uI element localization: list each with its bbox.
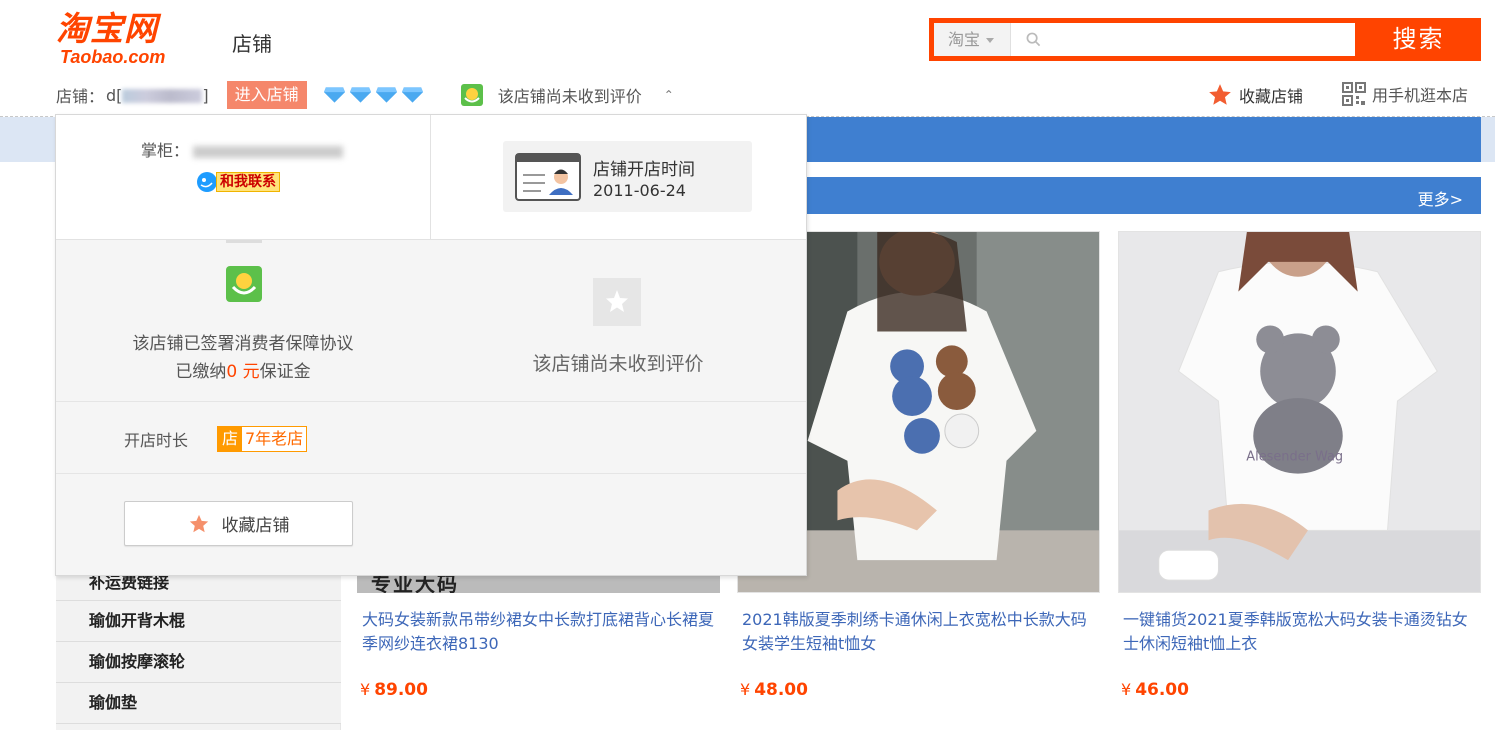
shop-info-popup: 掌柜： 和我联系 店铺开店时间 2011-06-24 该店铺已签署消费者保障协议…	[55, 114, 807, 576]
category-item[interactable]: 瑜伽垫	[56, 683, 341, 724]
favorite-shop-button-label: 收藏店铺	[221, 516, 290, 536]
search-button[interactable]: 搜索	[1356, 18, 1481, 61]
divider	[226, 240, 262, 243]
product-price-1: ¥89.00	[360, 680, 428, 700]
price-value: 89.00	[374, 680, 428, 700]
more-link[interactable]: 更多>	[1418, 186, 1463, 210]
shop-name[interactable]: d[]	[106, 86, 209, 105]
product-price-3: ¥46.00	[1121, 680, 1189, 700]
deposit-amount: 0	[226, 362, 238, 382]
search-input[interactable]	[1011, 23, 1355, 56]
search-icon	[1026, 32, 1041, 47]
contact-me-label: 和我联系	[216, 172, 280, 192]
diamond-icon	[349, 87, 371, 103]
star-icon	[189, 514, 208, 532]
section-header-bar	[806, 177, 1481, 214]
mobile-browse-label: 用手机逛本店	[1372, 86, 1469, 105]
favorite-shop-link[interactable]: 收藏店铺	[1207, 82, 1303, 108]
open-date-value: 2011-06-24	[593, 181, 686, 200]
deposit-unit: 元	[237, 362, 260, 382]
deposit-text: 已缴纳0 元保证金	[56, 357, 430, 382]
star-icon	[606, 290, 628, 312]
search-box: 淘宝	[934, 23, 1355, 56]
shop-info-bar: 店铺： d[] 进入店铺 该店铺尚未收到评价 ⌃	[56, 80, 674, 110]
guarantee-text: 该店铺已签署消费者保障协议	[132, 334, 354, 354]
id-card-icon	[515, 153, 581, 201]
consumer-protection-icon	[226, 266, 262, 302]
deposit-suffix: 保证金	[259, 362, 311, 382]
price-value: 48.00	[754, 680, 808, 700]
star-icon	[1209, 84, 1231, 105]
no-evaluation-text: 该店铺尚未收到评价	[532, 353, 704, 375]
divider	[56, 473, 806, 474]
product-title-3[interactable]: 一键铺货2021夏季韩版宽松大码女装卡通烫钻女士休闲短袖t恤上衣	[1123, 608, 1478, 656]
search-category-select[interactable]: 淘宝	[934, 23, 1011, 56]
product-price-2: ¥48.00	[740, 680, 808, 700]
taobao-logo[interactable]: 淘宝网 Taobao.com	[56, 10, 196, 68]
caret-down-icon	[986, 38, 995, 43]
open-date-label: 店铺开店时间	[593, 160, 695, 180]
seller-rating-diamonds	[323, 86, 424, 104]
qr-code-icon	[1342, 82, 1366, 106]
logo-text-cn: 淘宝网	[56, 9, 158, 48]
contact-me-button[interactable]: 和我联系	[196, 171, 280, 193]
rating-star-placeholder	[593, 278, 641, 326]
product-title-2[interactable]: 2021韩版夏季刺绣卡通休闲上衣宽松中长款大码女装学生短袖t恤女	[742, 608, 1097, 656]
search-bar: 淘宝 搜索	[929, 18, 1481, 61]
diamond-icon	[401, 87, 423, 103]
divider	[56, 401, 806, 402]
favorite-shop-button[interactable]: 收藏店铺	[124, 501, 353, 546]
shop-label: 店铺：	[56, 87, 105, 106]
product-image-3[interactable]: Alesender Wag	[1118, 231, 1481, 593]
page-title: 店铺	[232, 32, 272, 56]
mobile-browse-link[interactable]: 用手机逛本店	[1342, 82, 1468, 106]
category-list: 补运费链接 瑜伽开背木棍 瑜伽按摩滚轮 瑜伽垫	[56, 560, 341, 724]
shop-name-suffix: ]	[202, 85, 209, 105]
category-item[interactable]: 瑜伽开背木棍	[56, 601, 341, 642]
shopkeeper: 掌柜：	[141, 137, 344, 161]
shop-open-date-card: 店铺开店时间 2011-06-24	[503, 141, 752, 212]
wangwang-icon	[197, 172, 217, 192]
redacted-shopkeeper-name	[193, 145, 344, 158]
shop-age-badge: 店 7年老店	[217, 426, 308, 452]
redacted-shop-name	[122, 89, 203, 103]
price-value: 46.00	[1135, 680, 1189, 700]
product-title-1[interactable]: 大码女装新款吊带纱裙女中长款打底裙背心长裙夏季网纱连衣裙8130	[362, 608, 717, 656]
deposit-prefix: 已缴纳	[175, 362, 227, 382]
shop-age-label: 开店时长	[124, 431, 189, 450]
diamond-icon	[375, 87, 397, 103]
chevron-up-icon[interactable]: ⌃	[664, 88, 674, 102]
shield-flower-icon	[460, 84, 483, 106]
shopkeeper-label: 掌柜：	[141, 141, 190, 160]
shop-nav-bar	[806, 117, 1481, 162]
favorite-shop-label: 收藏店铺	[1239, 87, 1304, 106]
divider	[430, 115, 431, 240]
currency-symbol: ¥	[360, 680, 371, 699]
logo-text-en: Taobao.com	[60, 47, 166, 67]
category-item[interactable]: 瑜伽按摩滚轮	[56, 642, 341, 683]
currency-symbol: ¥	[740, 680, 751, 699]
shop-age-value: 7年老店	[242, 427, 307, 451]
product-photo: Alesender Wag	[1119, 232, 1480, 592]
diamond-icon	[323, 87, 345, 103]
shop-badge-icon: 店	[218, 427, 242, 451]
rating-status-text: 该店铺尚未收到评价	[497, 87, 642, 106]
search-category-label: 淘宝	[948, 30, 981, 49]
shop-name-prefix: d[	[106, 85, 123, 105]
shirt-print-text: Alesender Wag	[1246, 450, 1343, 465]
enter-shop-button[interactable]: 进入店铺	[226, 81, 307, 109]
currency-symbol: ¥	[1121, 680, 1132, 699]
popup-header: 掌柜： 和我联系 店铺开店时间 2011-06-24	[56, 115, 806, 240]
